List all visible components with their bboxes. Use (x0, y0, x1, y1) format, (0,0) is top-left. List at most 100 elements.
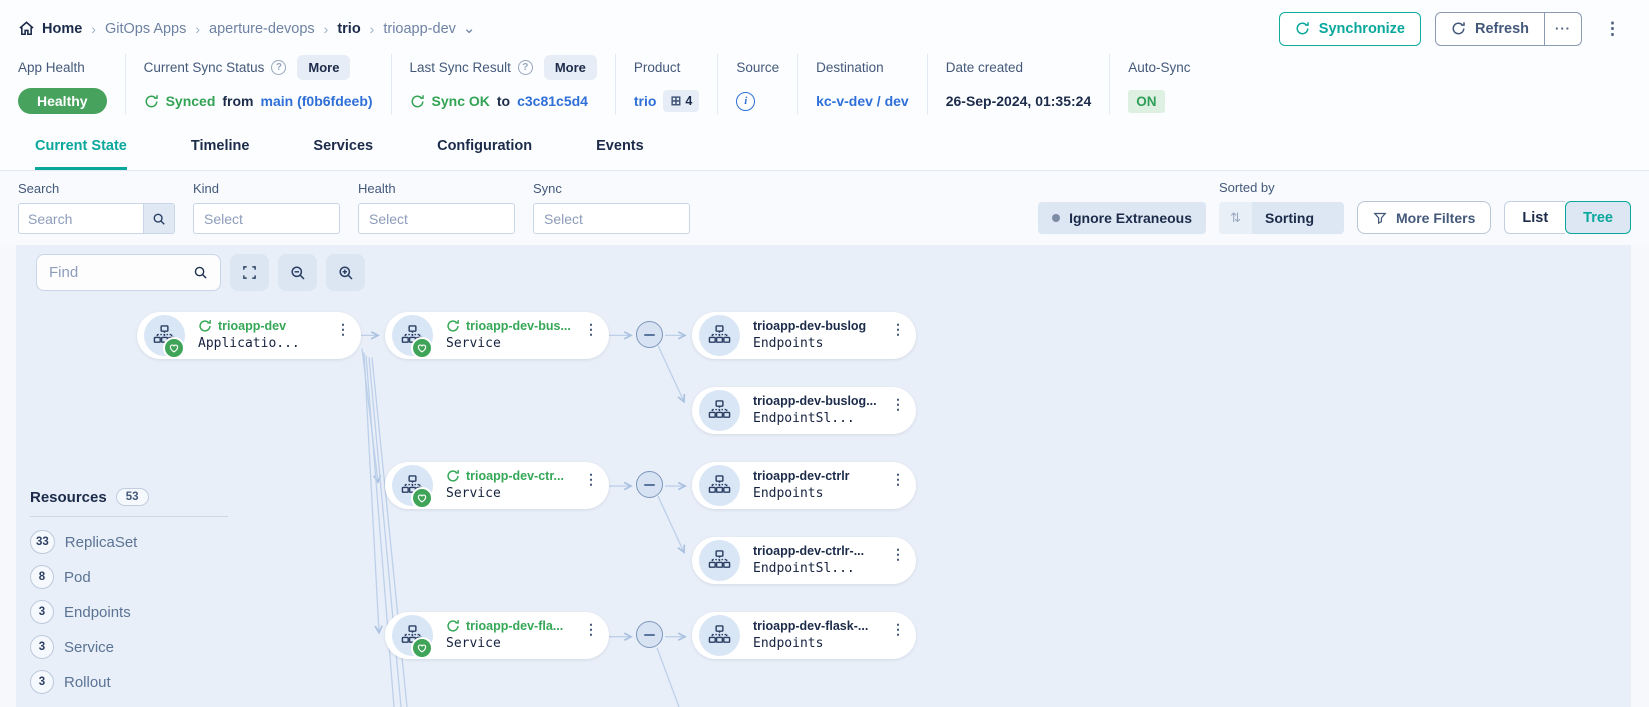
collapse-button[interactable] (636, 471, 663, 498)
kind-label: Kind (193, 181, 340, 196)
current-sync-more-button[interactable]: More (297, 55, 350, 80)
search-field: Search (18, 181, 175, 234)
sync-select[interactable] (534, 204, 689, 233)
tree-node-service-buslog[interactable]: trioapp-dev-bus... Service ⋮ (385, 312, 609, 359)
breadcrumb-separator: › (195, 21, 200, 37)
node-title: trioapp-dev-fla... (466, 619, 563, 633)
breadcrumb-separator: › (91, 21, 96, 37)
tree-node-endpoints-flask[interactable]: trioapp-dev-flask-... Endpoints ⋮ (692, 612, 916, 659)
ellipsis-icon: ··· (1555, 21, 1571, 36)
node-menu-button[interactable]: ⋮ (891, 398, 905, 411)
health-select[interactable] (359, 204, 514, 233)
sorting-group: Sorted by ⇅ Sorting (1219, 180, 1344, 234)
breadcrumb-gitops-apps[interactable]: GitOps Apps (105, 21, 186, 37)
fit-view-button[interactable] (230, 254, 269, 291)
node-title: trioapp-dev-flask-... (753, 619, 868, 633)
tree-node-service-ctrlr[interactable]: trioapp-dev-ctr... Service ⋮ (385, 462, 609, 509)
ignore-extraneous-toggle[interactable]: Ignore Extraneous (1038, 202, 1206, 234)
count-badge: 8 (30, 565, 54, 589)
resource-filter-service[interactable]: 3 Service (30, 635, 232, 659)
resource-filter-endpoints[interactable]: 3 Endpoints (30, 600, 232, 624)
node-menu-button[interactable]: ⋮ (891, 473, 905, 486)
tab-current-state[interactable]: Current State (35, 138, 127, 170)
sync-revision-link[interactable]: main (f0b6fdeeb) (261, 93, 373, 109)
node-menu-button[interactable]: ⋮ (584, 473, 598, 486)
refresh-options-button[interactable]: ··· (1544, 13, 1581, 45)
breadcrumb-instance[interactable]: aperture-devops (209, 21, 315, 37)
destination-link[interactable]: kc-v-dev / dev (816, 93, 909, 109)
node-title: trioapp-dev-buslog... (753, 394, 877, 408)
sync-target-link[interactable]: c3c81c5d4 (517, 93, 588, 109)
node-title: trioapp-dev-buslog (753, 319, 866, 333)
tree-node-endpointslice-ctrlr[interactable]: trioapp-dev-ctrlr-... EndpointSl... ⋮ (692, 537, 916, 584)
sorting-select[interactable]: ⇅ Sorting (1219, 202, 1344, 234)
find-input[interactable] (49, 264, 193, 281)
last-sync-column: Last Sync Result ? More Sync OK to c3c81… (391, 54, 615, 115)
current-sync-column: Current Sync Status ? More Synced from m… (125, 54, 391, 115)
breadcrumb-project[interactable]: trio (337, 21, 360, 37)
view-tree-button[interactable]: Tree (1565, 201, 1631, 234)
sync-icon (446, 319, 460, 333)
collapse-button[interactable] (636, 321, 663, 348)
breadcrumb-app-selector[interactable]: trioapp-dev ⌄ (383, 21, 475, 37)
tree-node-endpoints-buslog[interactable]: trioapp-dev-buslog Endpoints ⋮ (692, 312, 916, 359)
tree-node-service-flask[interactable]: trioapp-dev-fla... Service ⋮ (385, 612, 609, 659)
tree-node-endpoints-ctrlr[interactable]: trioapp-dev-ctrlr Endpoints ⋮ (692, 462, 916, 509)
help-icon[interactable]: ? (271, 60, 286, 75)
info-icon[interactable]: i (736, 92, 755, 111)
top-actions: Synchronize Refresh ··· ⋮ (1279, 12, 1629, 46)
search-input[interactable] (19, 204, 143, 233)
last-sync-more-button[interactable]: More (544, 55, 597, 80)
tree-node-application[interactable]: trioapp-dev Applicatio... ⋮ (137, 312, 361, 359)
auto-sync-column: Auto-Sync ON (1109, 54, 1208, 115)
tab-timeline[interactable]: Timeline (191, 138, 250, 170)
chevron-down-icon: ⌄ (463, 25, 476, 33)
tab-events[interactable]: Events (596, 138, 644, 170)
kind-select[interactable] (194, 204, 339, 233)
node-title: trioapp-dev (218, 319, 286, 333)
resource-filter-pod[interactable]: 8 Pod (30, 565, 232, 589)
node-menu-button[interactable]: ⋮ (891, 323, 905, 336)
node-menu-button[interactable]: ⋮ (336, 323, 350, 336)
product-link[interactable]: trio (634, 93, 657, 109)
auto-sync-badge: ON (1128, 90, 1164, 113)
resource-tree-canvas[interactable]: trioapp-dev Applicatio... ⋮ trioapp-dev-… (16, 245, 1631, 707)
collapse-button[interactable] (636, 621, 663, 648)
zoom-in-button[interactable] (326, 254, 365, 291)
node-menu-button[interactable]: ⋮ (891, 548, 905, 561)
zoom-out-button[interactable] (278, 254, 317, 291)
view-list-button[interactable]: List (1504, 201, 1565, 234)
node-kind: Service (446, 636, 501, 651)
health-status-badge: Healthy (18, 88, 107, 114)
refresh-button[interactable]: Refresh (1436, 13, 1544, 45)
breadcrumb-home[interactable]: Home (18, 20, 82, 37)
node-title: trioapp-dev-ctr... (466, 469, 564, 483)
sync-result-icon (410, 94, 425, 109)
breadcrumb: Home › GitOps Apps › aperture-devops › t… (18, 20, 475, 37)
tab-bar: Current State Timeline Services Configur… (0, 129, 1649, 171)
help-icon[interactable]: ? (518, 60, 533, 75)
divider (30, 516, 228, 517)
sync-icon (446, 619, 460, 633)
node-menu-button[interactable]: ⋮ (584, 623, 598, 636)
synchronize-button[interactable]: Synchronize (1279, 12, 1421, 46)
sitemap-icon (708, 549, 731, 572)
search-button[interactable] (143, 204, 174, 233)
kebab-icon: ⋮ (1604, 19, 1621, 38)
product-count-badge[interactable]: ⊞ 4 (663, 90, 699, 112)
node-menu-button[interactable]: ⋮ (584, 323, 598, 336)
node-menu-button[interactable]: ⋮ (891, 623, 905, 636)
search-label: Search (18, 181, 175, 196)
resource-filter-replicaset[interactable]: 33 ReplicaSet (30, 530, 232, 554)
node-kind: Service (446, 486, 501, 501)
tab-services[interactable]: Services (313, 138, 373, 170)
resource-filter-rollout[interactable]: 3 Rollout (30, 670, 232, 694)
sorted-by-label: Sorted by (1219, 180, 1344, 195)
tab-configuration[interactable]: Configuration (437, 138, 532, 170)
tree-node-endpointslice-buslog[interactable]: trioapp-dev-buslog... EndpointSl... ⋮ (692, 387, 916, 434)
minus-icon (644, 484, 655, 486)
page-menu-button[interactable]: ⋮ (1596, 19, 1629, 39)
resource-avatar (699, 465, 740, 506)
sort-arrows-icon: ⇅ (1219, 202, 1252, 234)
more-filters-button[interactable]: More Filters (1357, 201, 1491, 234)
